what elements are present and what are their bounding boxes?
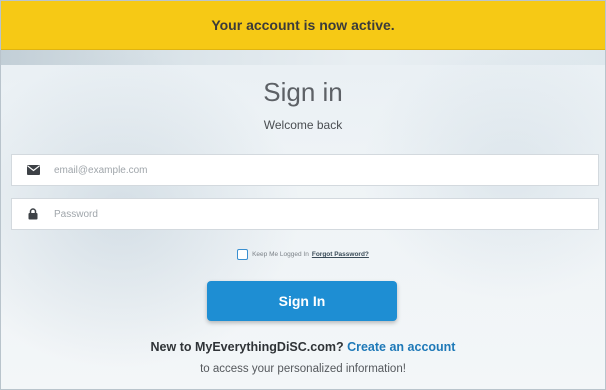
new-account-prompt: New to MyEverythingDiSC.com? Create an a… <box>1 340 605 354</box>
password-input[interactable] <box>54 199 598 229</box>
new-to-text: New to MyEverythingDiSC.com? <box>150 340 344 354</box>
envelope-icon <box>12 155 54 185</box>
page-title: Sign in <box>263 77 343 107</box>
email-field[interactable] <box>11 154 599 186</box>
access-info-text: to access your personalized information! <box>200 363 406 375</box>
sign-in-page: Your account is now active. Sign in Welc… <box>0 0 606 390</box>
lock-icon <box>12 199 54 229</box>
account-active-banner: Your account is now active. <box>1 1 605 50</box>
keep-logged-in-checkbox[interactable] <box>237 249 249 260</box>
keep-logged-in-row: Keep Me Logged In Forgot Password? <box>1 249 605 260</box>
forgot-password-link[interactable]: Forgot Password? <box>312 251 369 258</box>
sign-in-button[interactable]: Sign In <box>207 281 397 321</box>
banner-message: Your account is now active. <box>211 17 395 33</box>
email-input[interactable] <box>54 155 598 185</box>
page-subtitle: Welcome back <box>263 118 343 132</box>
password-field[interactable] <box>11 198 599 230</box>
keep-logged-in-label[interactable]: Keep Me Logged In <box>252 251 309 258</box>
create-account-link[interactable]: Create an account <box>347 340 455 354</box>
